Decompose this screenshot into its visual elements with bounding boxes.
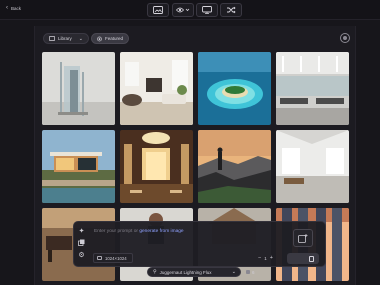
gallery-image-1[interactable] [42,52,115,125]
library-label: Library [58,36,72,41]
model-icon: ⚲ [153,269,157,275]
decrement-button[interactable]: − [258,255,261,261]
chevron-left-icon: ‹ [6,5,8,11]
credit-value: 6 [252,269,255,275]
image-count-value: 1 [264,255,267,261]
chevron-down-icon: ⌄ [231,269,236,275]
image-stack-icon[interactable] [77,238,86,247]
increment-button[interactable]: + [270,255,273,261]
credit-icon [246,270,250,274]
back-label: Back [11,6,22,11]
image-add-icon [298,233,308,243]
image-count-stepper: − 1 + [258,254,273,262]
featured-label: Featured [104,36,123,41]
image-size-label: 1024×1024 [105,255,127,261]
shuffle-icon [227,6,236,14]
shuffle-button[interactable] [220,3,242,17]
visibility-dropdown[interactable] [172,3,194,17]
featured-icon [97,36,102,41]
canvas-icon [202,6,212,14]
gallery-image-7[interactable] [198,130,271,203]
image-size-selector[interactable]: 1024×1024 [93,253,133,263]
gear-icon[interactable]: ⚙ [77,250,86,259]
eye-icon [176,7,185,13]
model-selector[interactable]: ⚲ Juggernaut Lightning Flux ⌄ [147,267,241,277]
model-name: Juggernaut Lightning Flux [159,269,212,275]
chevron-down-icon [185,8,190,12]
library-filter[interactable]: Library ⌄ [43,33,89,44]
gallery-icon [153,6,163,14]
gallery-image-4[interactable] [276,52,349,125]
featured-filter[interactable]: Featured [91,33,129,44]
generate-from-image-link[interactable]: generate from image [139,229,183,234]
gallery-image-5[interactable] [42,130,115,203]
top-bar: ‹ Back [0,0,380,20]
aspect-ratio-icon [97,256,102,260]
gallery-image-8[interactable] [276,130,349,203]
gallery-image-6[interactable] [120,130,193,203]
prompt-input[interactable]: Enter your prompt or generate from image [94,229,184,234]
gallery-image-2[interactable] [120,52,193,125]
gallery-image-3[interactable] [198,52,271,125]
back-button[interactable]: ‹ Back [6,5,22,11]
canvas-button[interactable] [196,3,218,17]
prompt-placeholder: Enter your prompt or [94,229,138,234]
image-icon [49,36,55,41]
add-image-button[interactable] [293,229,313,247]
generate-button[interactable] [287,253,319,264]
credit-cost: 6 [246,268,255,276]
chevron-down-icon: ⌄ [78,35,83,42]
visibility-glyphs [176,7,190,13]
gallery-view-button[interactable] [147,3,169,17]
magic-wand-icon[interactable]: ✦ [77,226,86,235]
settings-toggle-button[interactable] [340,33,350,43]
